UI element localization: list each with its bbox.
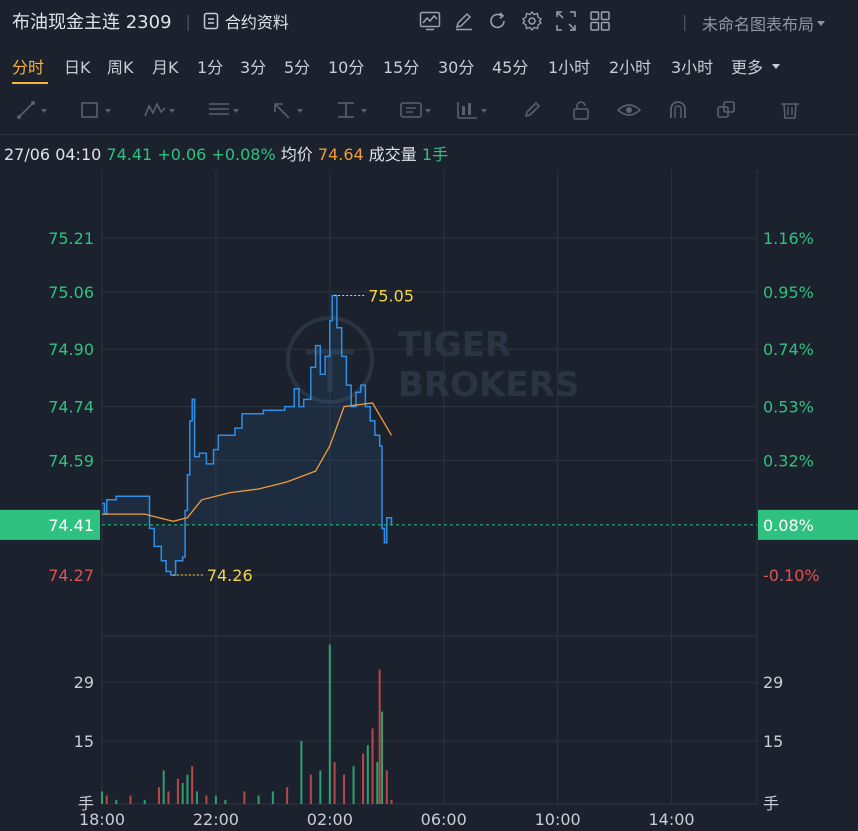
volume-bar	[286, 787, 289, 804]
volume-bar	[319, 770, 322, 804]
volume-bar	[205, 795, 208, 804]
volume-bar	[309, 774, 312, 804]
volume-tick-right-0: 29	[763, 673, 783, 692]
chart-axes: 18:00 22:00 02:00 06:00 10:00 14:0075.21 1.16%…	[0, 229, 858, 829]
left-price-tick-2: 74.90	[48, 340, 94, 359]
volume-bar	[101, 791, 103, 804]
x-tick-label-2: 02:00	[307, 810, 353, 829]
volume-bar	[343, 774, 346, 804]
volume-bar	[257, 795, 260, 804]
volume-bar	[129, 795, 132, 804]
volume-bar	[143, 799, 146, 804]
volume-bar	[352, 766, 355, 804]
volume-bar	[362, 753, 365, 804]
left-price-tick-0: 75.21	[48, 229, 94, 248]
price-area-fill	[102, 295, 392, 576]
right-pct-tick-0: 1.16%	[763, 229, 814, 248]
volume-bar	[366, 745, 369, 804]
right-pct-tick-1: 0.95%	[763, 283, 814, 302]
x-tick-label-5: 14:00	[649, 810, 695, 829]
volume-bar	[181, 783, 184, 804]
right-pct-tick-4: 0.32%	[763, 451, 814, 470]
volume-bar	[333, 762, 336, 804]
volume-bar	[157, 787, 160, 804]
volume-unit-right: 手	[763, 794, 779, 813]
volume-bar	[195, 791, 198, 804]
intraday-chart[interactable]: TIGER BROKERS 18:00 22:00 02:00 06:00 10:00 1…	[0, 0, 858, 831]
volume-bar	[167, 791, 170, 804]
volume-bar	[390, 799, 393, 804]
volume-tick-left-1: 15	[74, 732, 94, 751]
right-pct-tick-3: 0.53%	[763, 398, 814, 417]
left-price-tick-5: 74.41	[48, 516, 94, 535]
right-pct-tick-6: -0.10%	[763, 566, 820, 585]
x-tick-label-4: 10:00	[535, 810, 581, 829]
volume-bars	[101, 644, 393, 804]
left-price-tick-1: 75.06	[48, 283, 94, 302]
volume-bar	[162, 770, 165, 804]
volume-bar	[381, 711, 384, 804]
left-price-tick-3: 74.74	[48, 398, 94, 417]
volume-tick-left-0: 29	[74, 673, 94, 692]
volume-tick-right-1: 15	[763, 732, 783, 751]
volume-bar	[243, 791, 246, 804]
volume-bar	[176, 778, 179, 804]
x-tick-label-1: 22:00	[193, 810, 239, 829]
right-pct-tick-2: 0.74%	[763, 340, 814, 359]
volume-bar	[378, 669, 381, 804]
volume-bar	[376, 762, 379, 804]
left-price-tick-4: 74.59	[48, 451, 94, 470]
volume-unit-left: 手	[78, 794, 94, 813]
right-pct-tick-5: 0.08%	[763, 516, 814, 535]
x-tick-label-3: 06:00	[421, 810, 467, 829]
volume-bar	[371, 728, 374, 804]
volume-bar	[300, 741, 303, 804]
volume-bar	[115, 799, 118, 804]
volume-bar	[186, 774, 189, 804]
volume-bar	[105, 795, 108, 804]
volume-bar	[224, 799, 227, 804]
watermark-line1: TIGER	[398, 325, 511, 365]
volume-bar	[328, 644, 331, 804]
high-price-label: 75.05	[368, 286, 414, 305]
low-price-label: 74.26	[207, 566, 253, 585]
volume-bar	[191, 766, 194, 804]
left-price-tick-6: 74.27	[48, 566, 94, 585]
volume-bar	[271, 791, 274, 804]
watermark-line2: BROKERS	[398, 365, 579, 405]
volume-bar	[214, 795, 217, 804]
volume-bar	[385, 770, 388, 804]
